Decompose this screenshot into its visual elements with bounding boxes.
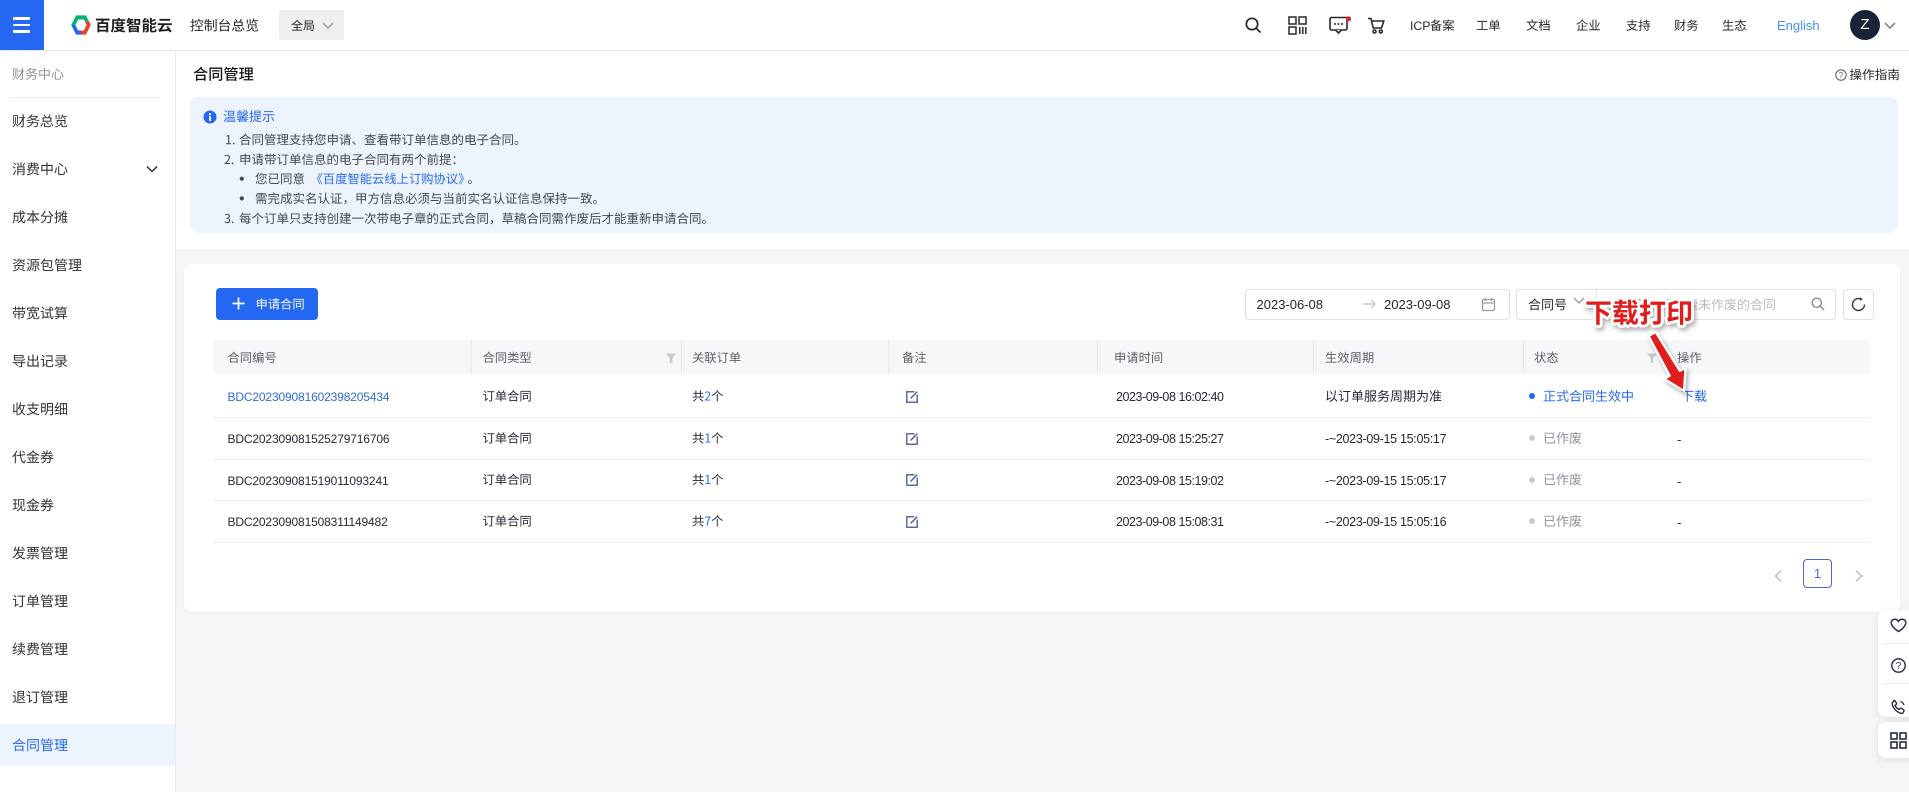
svg-text:?: ? (1896, 661, 1902, 672)
svg-text:?: ? (1839, 71, 1844, 80)
